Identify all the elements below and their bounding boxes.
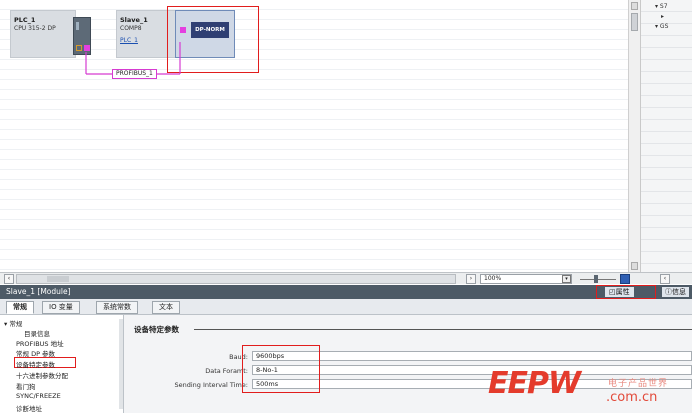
info-icon: ⓘ <box>665 288 672 296</box>
nav-scrollbar[interactable] <box>119 319 123 409</box>
fit-view-icon[interactable] <box>620 274 630 284</box>
properties-nav-tree: ▾ 常规 目录信息 PROFIBUS 地址 常规 DP 参数 设备特定参数 十六… <box>0 315 124 413</box>
eepw-watermark-url: .com.cn <box>606 390 658 405</box>
nav-item-sync-freeze[interactable]: SYNC/FREEZE <box>16 392 61 400</box>
zoom-slider[interactable] <box>580 279 616 280</box>
scroll-up-icon[interactable] <box>631 2 638 10</box>
section-title: 设备特定参数 <box>134 325 179 334</box>
info-tab[interactable]: ⓘ信息 <box>662 287 689 297</box>
tab-system-constants[interactable]: 系统常数 <box>96 301 138 314</box>
horizontal-scroll-track[interactable] <box>16 274 456 284</box>
chevron-down-icon[interactable]: ▾ <box>562 275 571 283</box>
properties-title: Slave_1 [Module] <box>6 287 71 296</box>
nav-group-general[interactable]: ▾ 常规 <box>4 318 22 328</box>
sending-interval-label: Sending Interval Time: <box>174 381 248 389</box>
profibus-wiring <box>85 42 181 75</box>
catalog-row-gs[interactable]: ▾ GS <box>655 23 668 30</box>
catalog-panel: ▾ S7 ▸ ▾ GS <box>640 0 692 272</box>
eepw-watermark-logo: EEPW <box>488 366 581 401</box>
scroll-down-icon[interactable] <box>631 262 638 270</box>
fields-highlight-box <box>242 345 320 393</box>
nav-item-device-specific[interactable]: 设备特定参数 <box>16 359 55 369</box>
network-view-canvas[interactable]: PLC_1 CPU 315-2 DP Slave_1 COMP8 PLC_1 D… <box>0 0 628 272</box>
zoom-slider-handle[interactable] <box>594 275 598 283</box>
canvas-horizontal-bar: ‹ › 100% ▾ ‹ <box>0 272 692 284</box>
eepw-watermark-tagline: 电子产品世界 <box>608 379 669 389</box>
properties-tabs: 常规 IO 变量 系统常数 文本 <box>0 299 692 315</box>
nav-item-profibus-address[interactable]: PROFIBUS 地址 <box>16 338 64 348</box>
scroll-left-icon[interactable]: ‹ <box>4 274 14 284</box>
scroll-thumb[interactable] <box>631 13 638 31</box>
zoom-select[interactable]: 100% <box>480 274 572 284</box>
nav-item-watchdog[interactable]: 看门狗 <box>16 381 36 391</box>
scroll-right-icon[interactable]: › <box>466 274 476 284</box>
nav-item-hex-parameters[interactable]: 十六进制参数分配 <box>16 370 68 380</box>
data-format-label: Data Foramt: <box>205 367 248 375</box>
tab-texts[interactable]: 文本 <box>152 301 180 314</box>
chevron-right-icon[interactable]: ▸ <box>661 13 664 20</box>
properties-icon: ◰ <box>609 288 616 296</box>
tab-general[interactable]: 常规 <box>6 301 34 314</box>
profibus-label[interactable]: PROFIBUS_1 <box>112 69 157 79</box>
properties-header: Slave_1 [Module] ◰属性 ⓘ信息 <box>0 285 692 299</box>
section-divider <box>194 329 692 330</box>
nav-item-catalog-info[interactable]: 目录信息 <box>24 328 50 338</box>
nav-item-diagnostic-address[interactable]: 诊断地址 <box>16 403 42 413</box>
tab-io-tags[interactable]: IO 变量 <box>42 301 80 314</box>
properties-tab[interactable]: ◰属性 <box>605 287 634 297</box>
baud-label: Baud: <box>229 353 248 361</box>
canvas-vertical-scrollbar[interactable] <box>628 0 640 272</box>
catalog-row-s7[interactable]: ▾ S7 <box>655 3 668 10</box>
panel-scroll-left-icon[interactable]: ‹ <box>660 274 670 284</box>
horizontal-scroll-thumb[interactable] <box>47 276 69 282</box>
